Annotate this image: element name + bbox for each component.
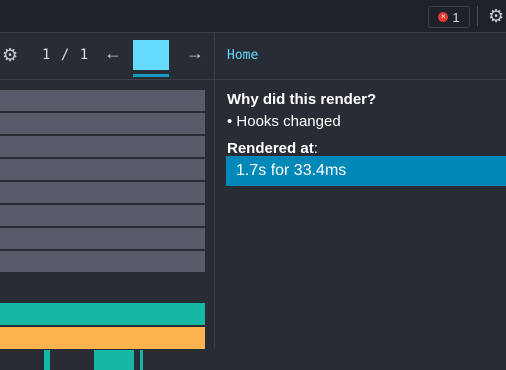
gear-icon[interactable]: ⚙: [488, 6, 504, 26]
error-count: 1: [452, 9, 460, 25]
error-count-badge[interactable]: × 1: [428, 6, 470, 28]
flamegraph-bar[interactable]: [0, 136, 205, 157]
commit-flamegraph-pane: ⚙ 1 / 1 ← →: [0, 33, 214, 370]
commit-navigation: ⚙ 1 / 1 ← →: [0, 33, 214, 80]
commit-counter: 1 / 1: [42, 47, 90, 63]
render-reason: • Hooks changed: [227, 113, 341, 130]
toolbar-divider: [477, 6, 478, 26]
next-commit-icon[interactable]: →: [186, 43, 204, 64]
render-entry[interactable]: 1.7s for 33.4ms: [226, 156, 506, 186]
flamegraph-bar-changed[interactable]: [0, 303, 205, 325]
flamegraph-bar[interactable]: [0, 182, 205, 203]
previous-commit-icon[interactable]: ←: [104, 43, 122, 64]
gear-icon[interactable]: ⚙: [2, 45, 18, 65]
flamegraph-bar[interactable]: [0, 90, 205, 111]
flamegraph-bar-selected[interactable]: [0, 327, 205, 349]
flamegraph-bar-child[interactable]: [44, 350, 50, 370]
commit-bar[interactable]: [133, 40, 169, 70]
why-render-heading: Why did this render?: [227, 91, 377, 108]
rendered-at-label: Rendered at: [227, 140, 314, 157]
flamegraph-bar-child[interactable]: [94, 350, 134, 370]
details-header: Home: [215, 33, 506, 80]
error-icon: ×: [438, 12, 449, 22]
component-details-pane: Home Why did this render? • Hooks change…: [215, 33, 506, 348]
component-name: Home: [227, 48, 259, 63]
flamegraph-bar[interactable]: [0, 251, 205, 272]
flamegraph-bar-child[interactable]: [140, 350, 143, 370]
flamegraph-bar[interactable]: [0, 205, 205, 226]
flamegraph-bar[interactable]: [0, 113, 205, 134]
flamegraph-bar[interactable]: [0, 159, 205, 180]
rendered-at-heading: Rendered at:: [227, 140, 318, 157]
rendered-at-colon: :: [313, 140, 318, 157]
selected-commit-indicator: [133, 74, 169, 77]
devtools-toolbar: × 1 ⚙: [0, 0, 506, 33]
render-entry-text: 1.7s for 33.4ms: [236, 162, 347, 179]
flamegraph-bar[interactable]: [0, 228, 205, 249]
